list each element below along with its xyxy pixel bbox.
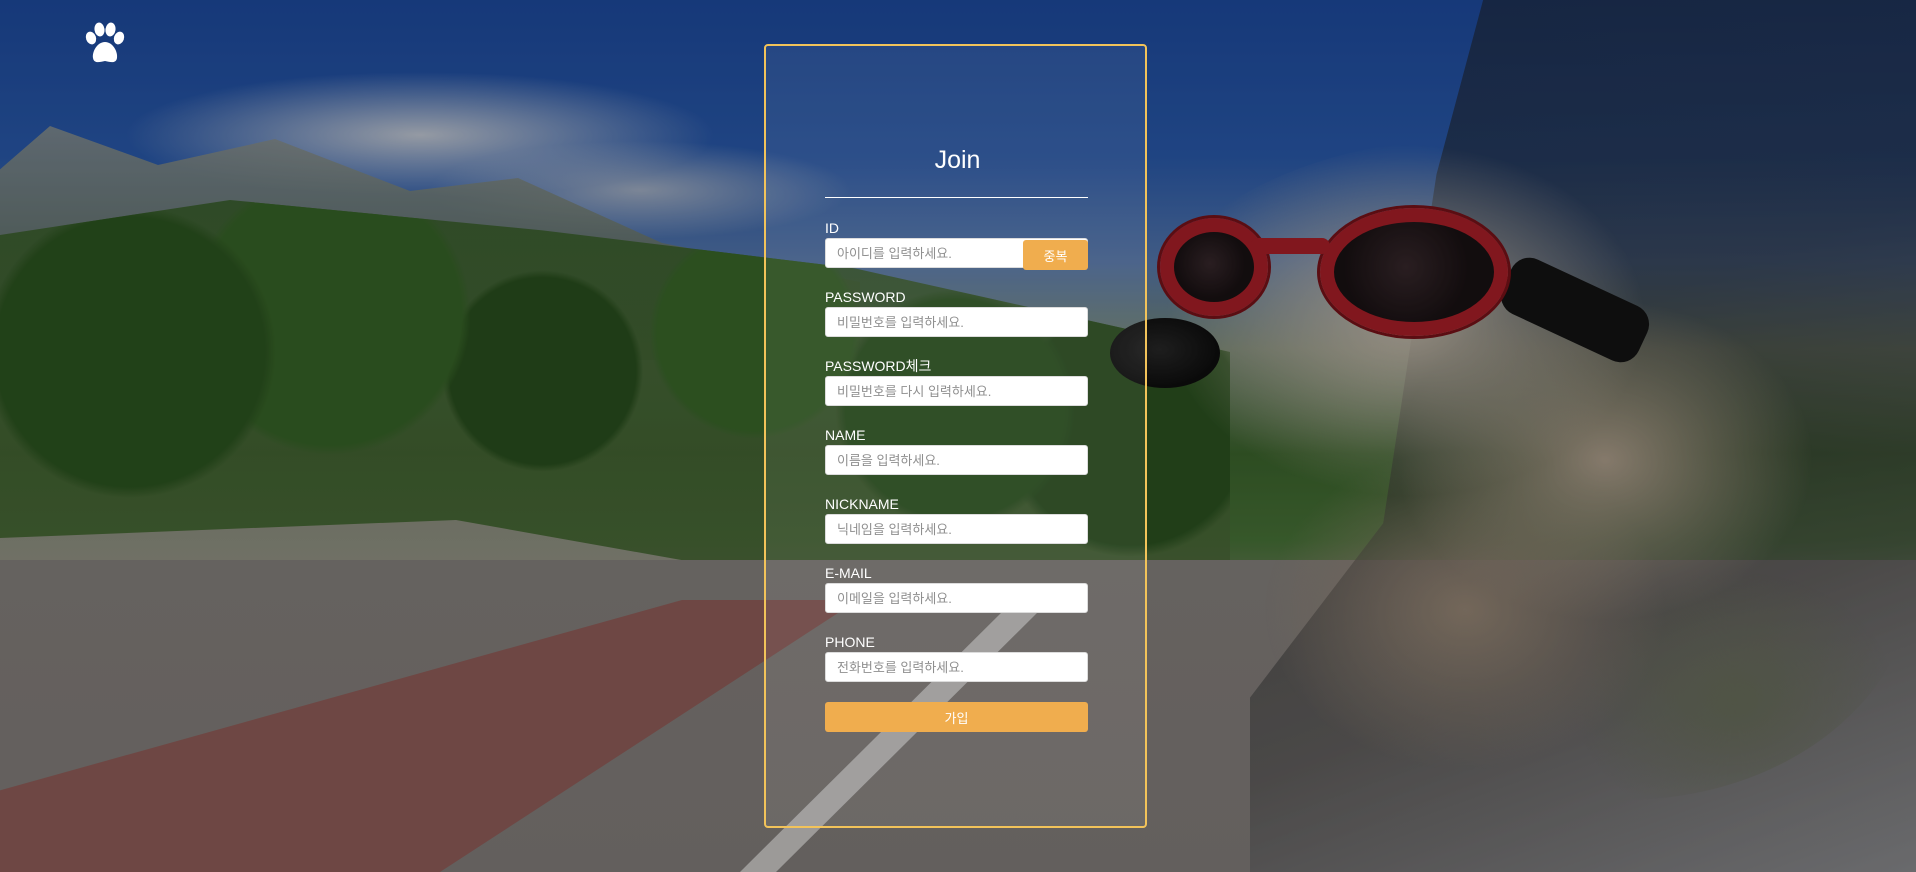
password-check-label: PASSWORD체크: [825, 358, 932, 374]
id-label: ID: [825, 220, 839, 236]
email-label: E-MAIL: [825, 565, 872, 581]
join-submit-button[interactable]: 가입: [825, 702, 1088, 732]
password-field-group: PASSWORD: [825, 288, 1088, 337]
title-divider: [825, 197, 1088, 198]
password-input[interactable]: [825, 307, 1088, 337]
phone-field-group: PHONE: [825, 633, 1088, 682]
nickname-input[interactable]: [825, 514, 1088, 544]
password-label: PASSWORD: [825, 289, 906, 305]
nickname-label: NICKNAME: [825, 496, 899, 512]
phone-input[interactable]: [825, 652, 1088, 682]
join-form-panel: Join ID 중복 PASSWORD PASSWORD체크 NAME NICK…: [764, 44, 1147, 828]
id-input-row: 중복: [825, 238, 1088, 270]
password-check-input[interactable]: [825, 376, 1088, 406]
password-check-field-group: PASSWORD체크: [825, 357, 1088, 406]
name-label: NAME: [825, 427, 866, 443]
name-input[interactable]: [825, 445, 1088, 475]
form-title: Join: [934, 146, 981, 174]
name-field-group: NAME: [825, 426, 1088, 475]
email-field-group: E-MAIL: [825, 564, 1088, 613]
paw-icon[interactable]: [82, 21, 128, 67]
email-input[interactable]: [825, 583, 1088, 613]
nickname-field-group: NICKNAME: [825, 495, 1088, 544]
duplicate-check-button[interactable]: 중복: [1023, 240, 1088, 270]
id-field-group: ID 중복: [825, 219, 1088, 270]
phone-label: PHONE: [825, 634, 875, 650]
